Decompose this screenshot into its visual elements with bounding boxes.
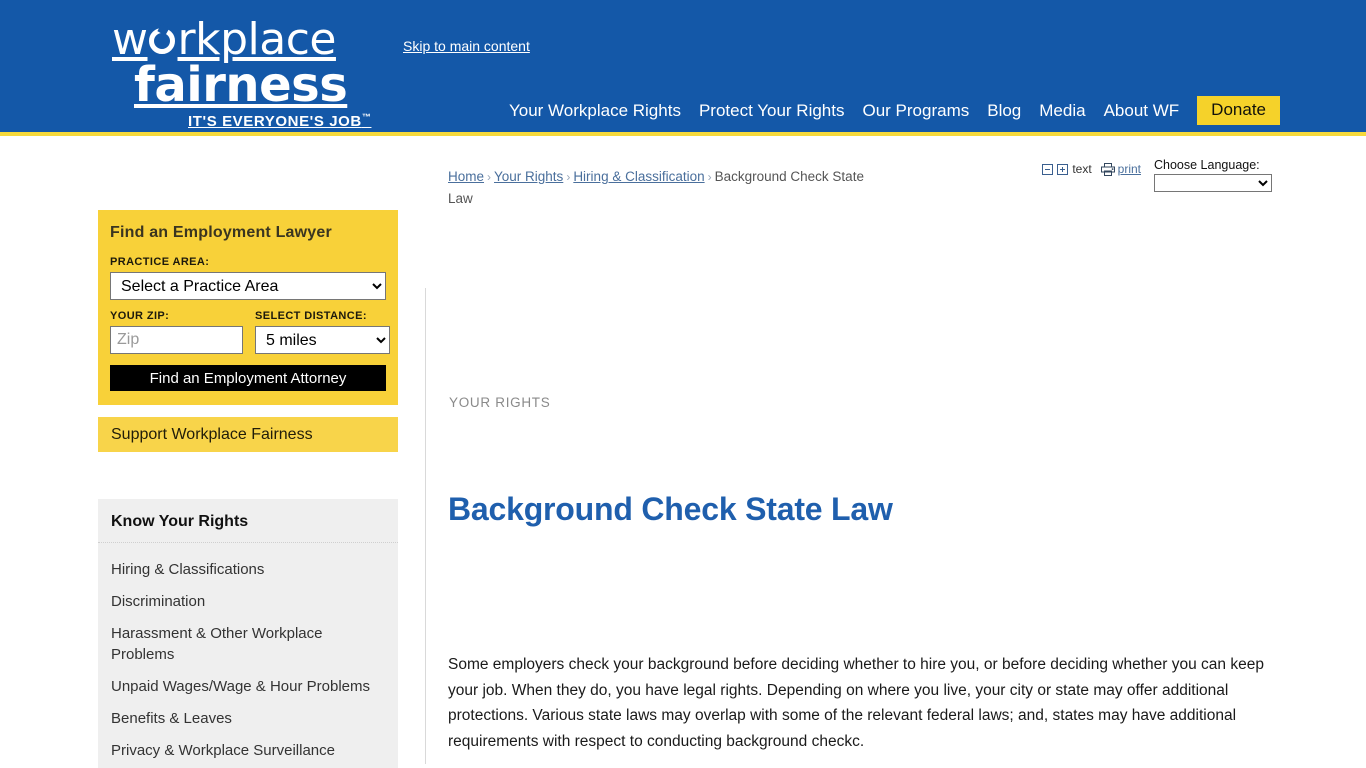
nav-item-media[interactable]: Media [1039, 97, 1085, 125]
site-logo[interactable]: w rkplace fairness IT'S EVERYONE'S JOB™ [112, 18, 382, 130]
print-control: print [1100, 162, 1141, 176]
sidebar-item-harassment[interactable]: Harassment & Other Workplace Problems [111, 618, 385, 671]
circle-swirl-icon [148, 27, 178, 57]
breadcrumb-separator: › [707, 170, 712, 184]
printer-icon[interactable] [1100, 162, 1115, 176]
zip-distance-row: YOUR ZIP: SELECT DISTANCE: 5 miles [110, 310, 390, 354]
sidebar-item-benefits-leaves[interactable]: Benefits & Leaves [111, 703, 385, 735]
breadcrumb-item-hiring-classification[interactable]: Hiring & Classification [573, 169, 704, 184]
support-workplace-fairness-banner[interactable]: Support Workplace Fairness [98, 417, 398, 452]
skip-to-main-content-link[interactable]: Skip to main content [403, 38, 530, 54]
list-item: Harassment & Other Workplace Problems [98, 618, 398, 671]
find-employment-attorney-button[interactable]: Find an Employment Attorney [110, 365, 386, 391]
find-lawyer-title: Find an Employment Lawyer [110, 224, 332, 241]
breadcrumb-item-your-rights[interactable]: Your Rights [494, 169, 563, 184]
find-lawyer-widget: Find an Employment Lawyer PRACTICE AREA:… [98, 210, 398, 405]
sidebar-item-hiring-classifications[interactable]: Hiring & Classifications [111, 554, 385, 586]
nav-item-protect-your-rights[interactable]: Protect Your Rights [699, 97, 845, 125]
site-header: w rkplace fairness IT'S EVERYONE'S JOB™ S… [0, 0, 1366, 136]
distance-field-group: SELECT DISTANCE: 5 miles [255, 310, 390, 354]
page-body: Find an Employment Lawyer PRACTICE AREA:… [0, 136, 1366, 768]
print-link[interactable]: print [1118, 162, 1141, 176]
plus-square-icon[interactable] [1057, 163, 1069, 175]
zip-label: YOUR ZIP: [110, 310, 170, 322]
list-item: Hiring & Classifications [98, 554, 398, 586]
nav-item-your-workplace-rights[interactable]: Your Workplace Rights [509, 97, 681, 125]
distance-select[interactable]: 5 miles [255, 326, 390, 354]
intro-text-block: Some employers check your background bef… [448, 652, 1266, 768]
logo-line-workplace: w rkplace [112, 18, 382, 62]
distance-label: SELECT DISTANCE: [255, 310, 367, 322]
know-your-rights-panel: Know Your Rights Hiring & Classification… [98, 499, 398, 768]
section-eyebrow: YOUR RIGHTS [449, 395, 551, 410]
know-your-rights-title: Know Your Rights [98, 513, 398, 543]
logo-tagline: IT'S EVERYONE'S JOB™ [188, 112, 372, 130]
nav-item-our-programs[interactable]: Our Programs [862, 97, 969, 125]
trademark-symbol: ™ [361, 112, 372, 122]
choose-language-select[interactable] [1154, 174, 1272, 192]
breadcrumb-item-home[interactable]: Home [448, 169, 484, 184]
nav-item-blog[interactable]: Blog [987, 97, 1021, 125]
content-divider [425, 288, 426, 764]
donate-button[interactable]: Donate [1197, 96, 1280, 125]
sidebar-item-privacy-surveillance[interactable]: Privacy & Workplace Surveillance [111, 735, 385, 767]
list-item: Discrimination [98, 586, 398, 618]
breadcrumb-separator: › [566, 170, 571, 184]
choose-language-label: Choose Language: [1154, 158, 1260, 172]
logo-line-fairness: fairness [134, 57, 348, 113]
list-item: Unpaid Wages/Wage & Hour Problems [98, 671, 398, 703]
left-sidebar: Find an Employment Lawyer PRACTICE AREA:… [98, 210, 398, 768]
nav-item-about-wf[interactable]: About WF [1104, 97, 1180, 125]
know-your-rights-list: Hiring & Classifications Discrimination … [98, 554, 398, 767]
page-title: Background Check State Law [448, 491, 893, 527]
zip-field-group: YOUR ZIP: [110, 310, 243, 354]
page-tools-toolbar: text print Choose Language: [1042, 158, 1272, 192]
breadcrumb: Home › Your Rights › Hiring & Classification… [448, 166, 878, 209]
zip-input[interactable] [110, 326, 243, 354]
practice-area-select[interactable]: Select a Practice Area [110, 272, 386, 300]
text-size-label: text [1072, 162, 1092, 176]
text-size-controls: text [1042, 162, 1092, 176]
sidebar-item-unpaid-wages[interactable]: Unpaid Wages/Wage & Hour Problems [111, 671, 385, 703]
primary-navigation: Your Workplace Rights Protect Your Right… [509, 96, 1280, 125]
breadcrumb-separator: › [487, 170, 492, 184]
minus-square-icon[interactable] [1042, 163, 1054, 175]
practice-area-label: PRACTICE AREA: [110, 256, 210, 268]
support-workplace-fairness-link[interactable]: Support Workplace Fairness [111, 426, 313, 444]
sidebar-item-discrimination[interactable]: Discrimination [111, 586, 385, 618]
list-item: Benefits & Leaves [98, 703, 398, 735]
intro-paragraph-1: Some employers check your background bef… [448, 656, 1264, 750]
language-selector-group: Choose Language: [1154, 158, 1272, 192]
list-item: Privacy & Workplace Surveillance [98, 735, 398, 767]
